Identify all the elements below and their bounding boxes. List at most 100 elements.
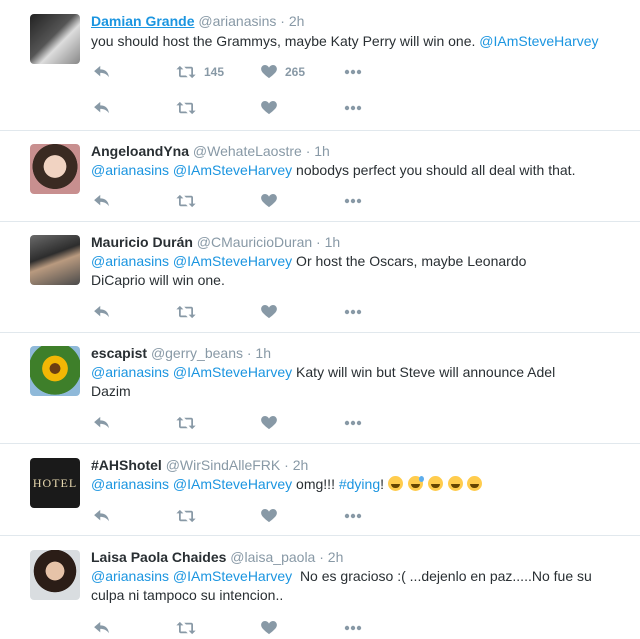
more-button[interactable] bbox=[344, 506, 362, 526]
user-name[interactable]: Mauricio Durán bbox=[91, 234, 193, 250]
retweet-icon bbox=[176, 101, 196, 115]
mention-link[interactable]: @IAmSteveHarvey bbox=[479, 33, 598, 49]
mention-link[interactable]: @IAmSteveHarvey bbox=[173, 568, 292, 584]
more-icon bbox=[344, 513, 362, 519]
heart-icon bbox=[261, 65, 277, 79]
user-name[interactable]: AngeloandYna bbox=[91, 143, 189, 159]
reply-button[interactable] bbox=[93, 302, 111, 322]
reply-icon bbox=[93, 194, 111, 208]
mention-link[interactable]: @IAmSteveHarvey bbox=[173, 364, 292, 380]
retweet-button[interactable] bbox=[176, 302, 196, 322]
timestamp[interactable]: · 2h bbox=[284, 457, 308, 473]
heart-icon bbox=[261, 305, 277, 319]
like-count: 265 bbox=[285, 65, 306, 79]
reply-button[interactable] bbox=[93, 413, 111, 433]
tweet[interactable]: HOTEL #AHShotel @WirSindAlleFRK · 2h @ar… bbox=[0, 444, 640, 536]
like-button[interactable]: 265 bbox=[261, 62, 305, 82]
tweet[interactable]: Damian Grande @arianasins · 2h you shoul… bbox=[0, 0, 640, 131]
mention-link[interactable]: @IAmSteveHarvey bbox=[173, 253, 292, 269]
more-icon bbox=[344, 625, 362, 631]
more-button[interactable] bbox=[344, 98, 362, 118]
tweet-header: #AHShotel @WirSindAlleFRK · 2h bbox=[91, 457, 308, 473]
user-handle[interactable]: @gerry_beans bbox=[151, 345, 243, 361]
more-button[interactable] bbox=[344, 413, 362, 433]
retweet-button[interactable] bbox=[176, 618, 196, 638]
mention-link[interactable]: @IAmSteveHarvey bbox=[173, 476, 292, 492]
like-button[interactable] bbox=[261, 618, 277, 638]
reply-icon bbox=[93, 65, 111, 79]
retweet-button[interactable] bbox=[176, 413, 196, 433]
heart-icon bbox=[261, 621, 277, 635]
tweet-text: you should host the Grammys, maybe Katy … bbox=[91, 32, 631, 51]
like-button[interactable] bbox=[261, 302, 277, 322]
tears-of-joy-emoji-icon bbox=[387, 476, 403, 491]
tweet[interactable]: AngeloandYna @WehateLaostre · 1h @ariana… bbox=[0, 131, 640, 222]
user-handle[interactable]: @WirSindAlleFRK bbox=[166, 457, 281, 473]
more-icon bbox=[344, 309, 362, 315]
avatar[interactable] bbox=[30, 14, 80, 64]
user-handle[interactable]: @WehateLaostre bbox=[193, 143, 302, 159]
timestamp[interactable]: · 1h bbox=[306, 143, 330, 159]
reply-button[interactable] bbox=[93, 506, 111, 526]
like-button[interactable] bbox=[261, 98, 277, 118]
retweet-button[interactable] bbox=[176, 191, 196, 211]
more-button[interactable] bbox=[344, 302, 362, 322]
reply-icon bbox=[93, 621, 111, 635]
user-name[interactable]: Laisa Paola Chaides bbox=[91, 549, 226, 565]
hashtag-link[interactable]: #dying bbox=[339, 476, 380, 492]
user-handle[interactable]: @laisa_paola bbox=[230, 549, 315, 565]
tweet-text: @arianasins @IAmSteveHarvey nobodys perf… bbox=[91, 161, 631, 180]
user-name[interactable]: escapist bbox=[91, 345, 147, 361]
reply-button[interactable] bbox=[93, 62, 111, 82]
more-button[interactable] bbox=[344, 191, 362, 211]
retweet-button[interactable]: 145 bbox=[176, 62, 224, 82]
heart-icon bbox=[261, 509, 277, 523]
reply-icon bbox=[93, 101, 111, 115]
avatar[interactable]: HOTEL bbox=[30, 458, 80, 508]
tweet[interactable]: Mauricio Durán @CMauricioDuran · 1h @ari… bbox=[0, 222, 640, 333]
retweet-button[interactable] bbox=[176, 98, 196, 118]
timestamp[interactable]: · 1h bbox=[247, 345, 271, 361]
avatar[interactable] bbox=[30, 346, 80, 396]
user-name[interactable]: Damian Grande bbox=[91, 13, 194, 29]
like-button[interactable] bbox=[261, 506, 277, 526]
tweet[interactable]: Laisa Paola Chaides @laisa_paola · 2h @a… bbox=[0, 536, 640, 639]
heart-icon bbox=[261, 194, 277, 208]
tears-of-joy-emoji-icon bbox=[467, 476, 483, 491]
user-handle[interactable]: @CMauricioDuran bbox=[197, 234, 312, 250]
reply-button[interactable] bbox=[93, 618, 111, 638]
mention-link[interactable]: @IAmSteveHarvey bbox=[173, 162, 292, 178]
user-handle[interactable]: @arianasins bbox=[198, 13, 276, 29]
mention-link[interactable]: @arianasins bbox=[91, 476, 169, 492]
tears-of-joy-emoji-icon bbox=[447, 476, 463, 491]
avatar[interactable] bbox=[30, 144, 80, 194]
tweet-text: @arianasins @IAmSteveHarvey No es gracio… bbox=[91, 567, 606, 605]
tweet[interactable]: escapist @gerry_beans · 1h @arianasins @… bbox=[0, 333, 640, 444]
retweet-count: 145 bbox=[204, 65, 225, 79]
tweet-text-plain: you should host the Grammys, maybe Katy … bbox=[91, 33, 480, 49]
like-button[interactable] bbox=[261, 413, 277, 433]
more-icon bbox=[344, 105, 362, 111]
retweet-icon bbox=[176, 65, 196, 79]
retweet-button[interactable] bbox=[176, 506, 196, 526]
more-button[interactable] bbox=[344, 62, 362, 82]
heart-icon bbox=[261, 416, 277, 430]
mention-link[interactable]: @arianasins bbox=[91, 568, 169, 584]
reply-button[interactable] bbox=[93, 191, 111, 211]
timestamp[interactable]: · 1h bbox=[316, 234, 340, 250]
reply-button[interactable] bbox=[93, 98, 111, 118]
avatar-logo-text: HOTEL bbox=[32, 475, 78, 490]
sweat-smile-emoji-icon bbox=[407, 476, 424, 491]
timestamp[interactable]: · 2h bbox=[319, 549, 343, 565]
more-button[interactable] bbox=[344, 618, 362, 638]
tweet-header: Laisa Paola Chaides @laisa_paola · 2h bbox=[91, 549, 343, 565]
timestamp[interactable]: · 2h bbox=[280, 13, 304, 29]
avatar[interactable] bbox=[30, 550, 80, 600]
like-button[interactable] bbox=[261, 191, 277, 211]
user-name[interactable]: #AHShotel bbox=[91, 457, 162, 473]
mention-link[interactable]: @arianasins bbox=[91, 253, 169, 269]
mention-link[interactable]: @arianasins bbox=[91, 364, 169, 380]
avatar[interactable] bbox=[30, 235, 80, 285]
mention-link[interactable]: @arianasins bbox=[91, 162, 169, 178]
tweet-text-plain: nobodys perfect you should all deal with… bbox=[292, 162, 576, 178]
